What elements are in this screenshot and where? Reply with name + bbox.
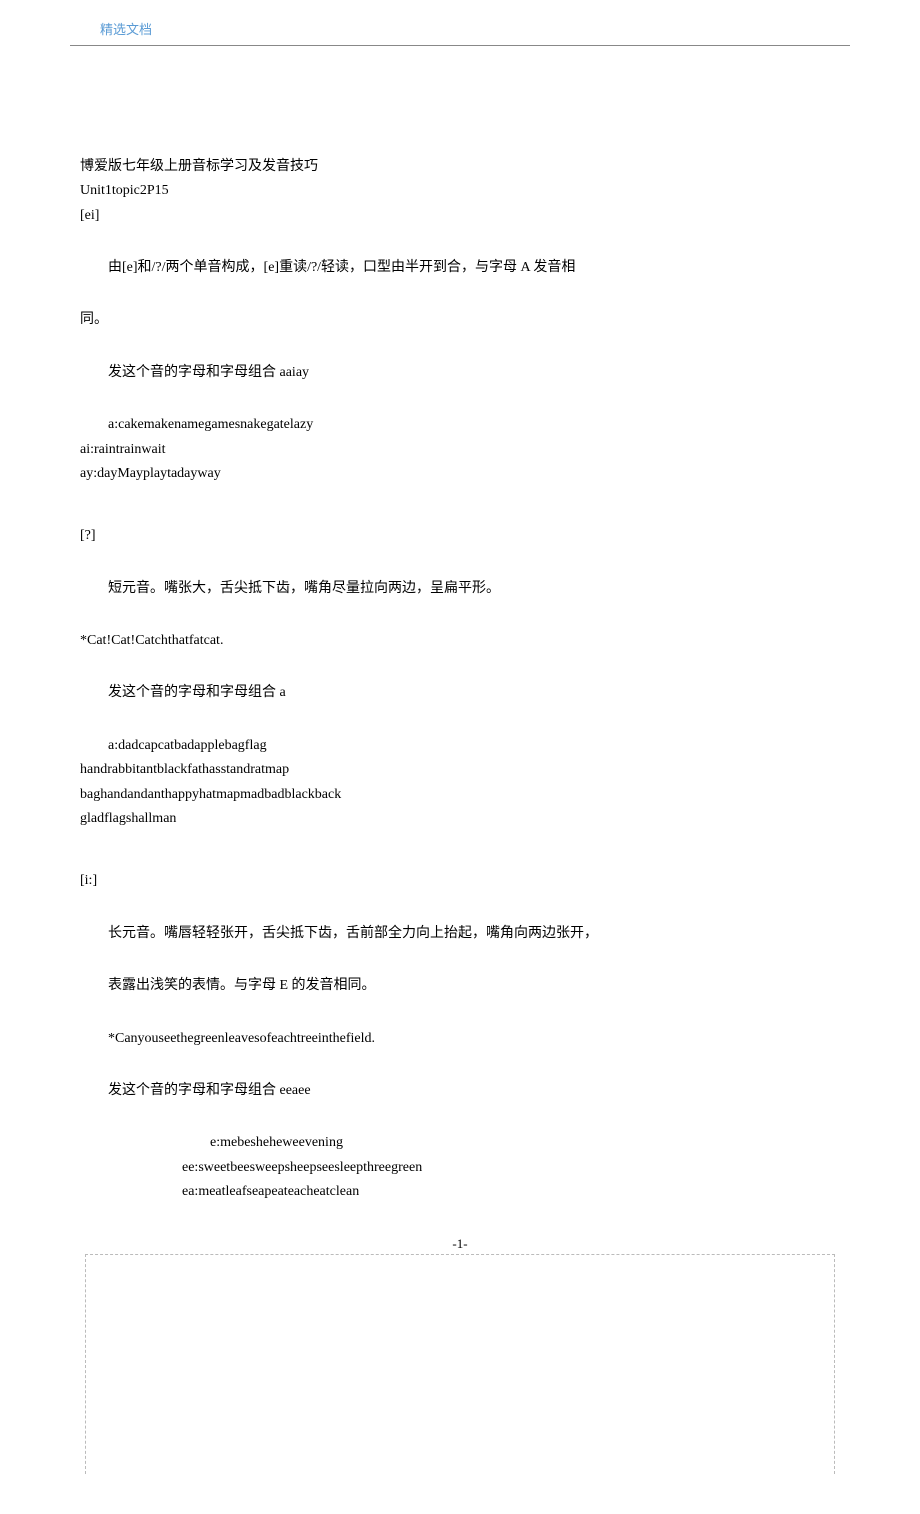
phoneme-ae-symbol: [?] xyxy=(80,525,840,547)
unit-label: Unit1topic2P15 xyxy=(80,180,840,202)
ei-rule: 发这个音的字母和字母组合 aaiay xyxy=(80,362,840,384)
ae-ex-1: a:dadcapcatbadapplebagflag xyxy=(80,735,840,757)
i-description-1: 长元音。嘴唇轻轻张开，舌尖抵下齿，舌前部全力向上抬起，嘴角向两边张开， xyxy=(80,923,840,945)
document-header: 精选文档 xyxy=(70,20,850,46)
section-ae: [?] 短元音。嘴张大，舌尖抵下齿，嘴角尽量拉向两边，呈扁平形。 *Cat!Ca… xyxy=(80,525,840,830)
ae-description: 短元音。嘴张大，舌尖抵下齿，嘴角尽量拉向两边，呈扁平形。 xyxy=(80,578,840,600)
i-sentence: *Canyouseethegreenleavesofeachtreeinthef… xyxy=(80,1028,840,1050)
i-ex-e: e:mebesheheweevening xyxy=(210,1132,840,1154)
ei-description-1: 由[e]和/?/两个单音构成，[e]重读/?/轻读，口型由半开到合，与字母 A … xyxy=(80,257,840,279)
ei-ex-ai: ai:raintrainwait xyxy=(80,439,840,461)
ae-ex-2: handrabbitantblackfathasstandratmap xyxy=(80,759,840,781)
ae-ex-3: baghandandanthappyhatmapmadbadblackback xyxy=(80,784,840,806)
i-ex-ee: ee:sweetbeesweepsheepseesleepthreegreen xyxy=(182,1157,840,1179)
title-block: 博爱版七年级上册音标学习及发音技巧 Unit1topic2P15 [ei] xyxy=(80,156,840,227)
ae-sentence: *Cat!Cat!Catchthatfatcat. xyxy=(80,630,840,652)
ae-ex-4: gladflagshallman xyxy=(80,808,840,830)
section-i: [i:] 长元音。嘴唇轻轻张开，舌尖抵下齿，舌前部全力向上抬起，嘴角向两边张开，… xyxy=(80,870,840,1203)
document-content: 博爱版七年级上册音标学习及发音技巧 Unit1topic2P15 [ei] 由[… xyxy=(70,156,850,1255)
ei-ex-a: a:cakemakenamegamesnakegatelazy xyxy=(80,414,840,436)
footer-empty-area xyxy=(85,1254,835,1474)
ei-ex-ay: ay:dayMayplaytadayway xyxy=(80,463,840,485)
i-description-2: 表露出浅笑的表情。与字母 E 的发音相同。 xyxy=(80,975,840,997)
phoneme-i-symbol: [i:] xyxy=(80,870,840,892)
header-label: 精选文档 xyxy=(100,22,152,37)
doc-title: 博爱版七年级上册音标学习及发音技巧 xyxy=(80,156,840,178)
ei-description-2: 同。 xyxy=(80,309,840,331)
ae-rule: 发这个音的字母和字母组合 a xyxy=(80,682,840,704)
i-examples: e:mebesheheweevening ee:sweetbeesweepshe… xyxy=(80,1132,840,1203)
ae-examples: a:dadcapcatbadapplebagflag handrabbitant… xyxy=(80,735,840,831)
ei-examples: a:cakemakenamegamesnakegatelazy ai:raint… xyxy=(80,414,840,485)
i-ex-ea: ea:meatleafseapeateacheatclean xyxy=(182,1181,840,1203)
page-number: -1- xyxy=(80,1234,840,1255)
section-ei: 由[e]和/?/两个单音构成，[e]重读/?/轻读，口型由半开到合，与字母 A … xyxy=(80,257,840,279)
page-container: 精选文档 博爱版七年级上册音标学习及发音技巧 Unit1topic2P15 [e… xyxy=(0,0,920,1514)
phoneme-ei-symbol: [ei] xyxy=(80,205,840,227)
i-rule: 发这个音的字母和字母组合 eeaee xyxy=(80,1080,840,1102)
